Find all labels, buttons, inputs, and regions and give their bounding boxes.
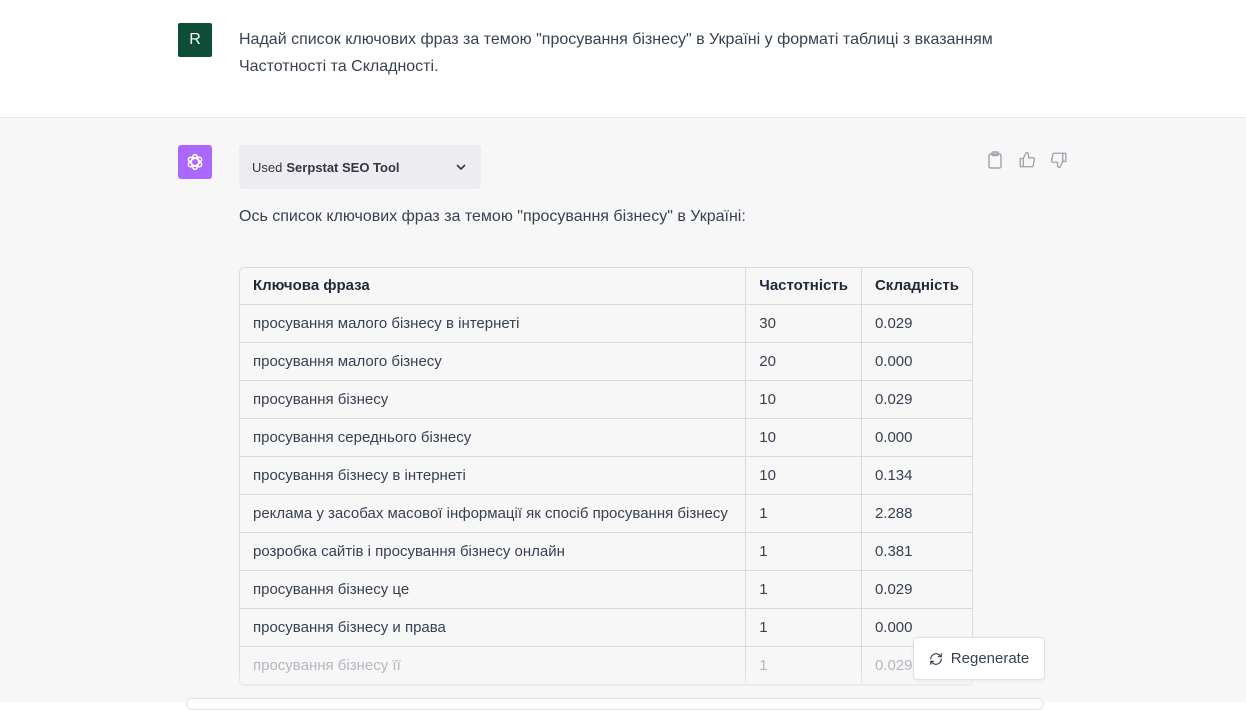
keyword-cell: просування бізнесу її bbox=[240, 647, 747, 685]
keyword-cell: розробка сайтів і просування бізнесу онл… bbox=[240, 533, 747, 571]
plugin-tool-name: Serpstat SEO Tool bbox=[286, 159, 400, 175]
difficulty-cell: 0.000 bbox=[861, 343, 972, 381]
frequency-cell: 10 bbox=[746, 381, 862, 419]
table-row: просування бізнесу и права 1 0.000 bbox=[240, 609, 972, 647]
difficulty-cell: 0.381 bbox=[861, 533, 972, 571]
assistant-message: Used Serpstat SEO Tool Ось список ключов… bbox=[0, 118, 1246, 702]
difficulty-cell: 0.029 bbox=[861, 305, 972, 343]
frequency-cell: 10 bbox=[746, 457, 862, 495]
keyword-cell: просування малого бізнесу bbox=[240, 343, 747, 381]
keyword-cell: реклама у засобах масової інформації як … bbox=[240, 495, 747, 533]
message-actions bbox=[985, 150, 1069, 170]
difficulty-cell: 0.029 bbox=[861, 381, 972, 419]
frequency-cell: 1 bbox=[746, 609, 862, 647]
frequency-cell: 1 bbox=[746, 571, 862, 609]
plugin-used-label: Used bbox=[252, 159, 283, 175]
difficulty-cell: 0.000 bbox=[861, 419, 972, 457]
openai-logo-icon bbox=[178, 145, 212, 179]
difficulty-cell: 0.134 bbox=[861, 457, 972, 495]
keywords-table: Ключова фраза Частотність Складність про… bbox=[239, 267, 973, 686]
table-header-row: Ключова фраза Частотність Складність bbox=[240, 268, 972, 305]
user-message-text: Надай список ключових фраз за темою "про… bbox=[239, 31, 993, 75]
difficulty-cell: 0.029 bbox=[861, 571, 972, 609]
copy-clipboard-icon[interactable] bbox=[985, 150, 1005, 170]
frequency-cell: 1 bbox=[746, 647, 862, 685]
difficulty-cell: 2.288 bbox=[861, 495, 972, 533]
keyword-cell: просування бізнесу в інтернеті bbox=[240, 457, 747, 495]
keyword-cell: просування бізнесу bbox=[240, 381, 747, 419]
table-row: просування бізнесу в інтернеті 10 0.134 bbox=[240, 457, 972, 495]
table-row: просування малого бізнесу в інтернеті 30… bbox=[240, 305, 972, 343]
keyword-cell: просування малого бізнесу в інтернеті bbox=[240, 305, 747, 343]
chevron-down-icon bbox=[454, 160, 468, 174]
table-row: просування бізнесу 10 0.029 bbox=[240, 381, 972, 419]
table-row: просування бізнесу її 1 0.029 bbox=[240, 647, 972, 685]
table-row: просування середнього бізнесу 10 0.000 bbox=[240, 419, 972, 457]
regenerate-button[interactable]: Regenerate bbox=[913, 637, 1045, 680]
keyword-cell: просування бізнесу це bbox=[240, 571, 747, 609]
header-keyword: Ключова фраза bbox=[240, 268, 747, 305]
regenerate-label: Regenerate bbox=[950, 650, 1030, 667]
frequency-cell: 1 bbox=[746, 495, 862, 533]
frequency-cell: 1 bbox=[746, 533, 862, 571]
frequency-cell: 20 bbox=[746, 343, 862, 381]
thumbs-down-icon[interactable] bbox=[1049, 150, 1069, 170]
header-difficulty: Складність bbox=[861, 268, 972, 305]
table-row: просування бізнесу це 1 0.029 bbox=[240, 571, 972, 609]
keyword-cell: просування середнього бізнесу bbox=[240, 419, 747, 457]
assistant-intro-text: Ось список ключових фраз за темою "просу… bbox=[239, 208, 746, 225]
refresh-icon bbox=[929, 652, 943, 666]
table-row: реклама у засобах масової інформації як … bbox=[240, 495, 972, 533]
user-avatar: R bbox=[178, 23, 212, 57]
message-input-box[interactable] bbox=[186, 698, 1044, 710]
user-message: R Надай список ключових фраз за темою "п… bbox=[0, 0, 1246, 118]
table-row: просування малого бізнесу 20 0.000 bbox=[240, 343, 972, 381]
keyword-cell: просування бізнесу и права bbox=[240, 609, 747, 647]
thumbs-up-icon[interactable] bbox=[1017, 150, 1037, 170]
frequency-cell: 30 bbox=[746, 305, 862, 343]
table-row: розробка сайтів і просування бізнесу онл… bbox=[240, 533, 972, 571]
frequency-cell: 10 bbox=[746, 419, 862, 457]
plugin-used-toggle[interactable]: Used Serpstat SEO Tool bbox=[239, 145, 481, 189]
header-frequency: Частотність bbox=[746, 268, 862, 305]
